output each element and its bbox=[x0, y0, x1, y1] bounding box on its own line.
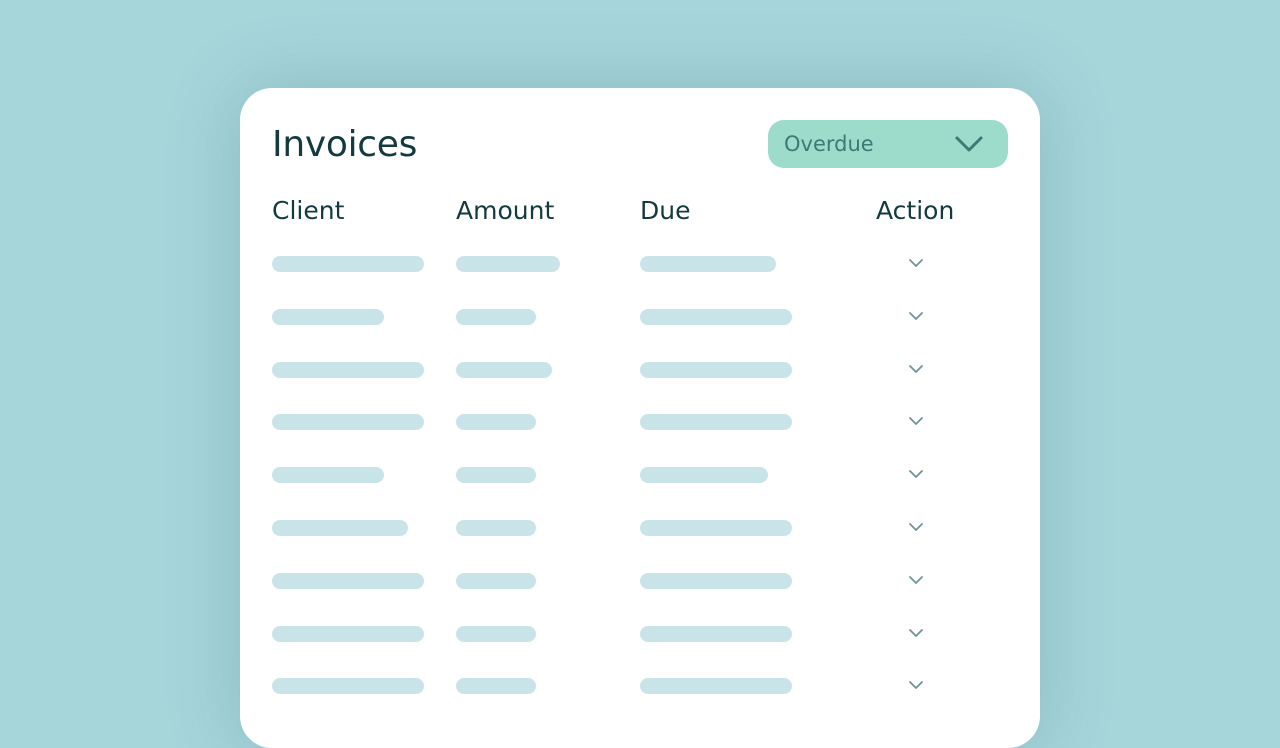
chevron-down-icon bbox=[909, 470, 923, 478]
chevron-down-icon bbox=[909, 629, 923, 637]
table-row bbox=[240, 670, 1040, 702]
due-cell-placeholder bbox=[640, 520, 792, 536]
due-cell-placeholder bbox=[640, 573, 792, 589]
row-action-button[interactable] bbox=[904, 621, 928, 645]
chevron-down-icon bbox=[909, 365, 923, 373]
client-cell-placeholder bbox=[272, 309, 384, 325]
client-cell-placeholder bbox=[272, 573, 424, 589]
due-cell-placeholder bbox=[640, 256, 776, 272]
row-action-button[interactable] bbox=[904, 515, 928, 539]
column-header-action: Action bbox=[876, 196, 955, 225]
client-cell-placeholder bbox=[272, 256, 424, 272]
client-cell-placeholder bbox=[272, 626, 424, 642]
amount-cell-placeholder bbox=[456, 309, 536, 325]
column-header-amount: Amount bbox=[456, 196, 555, 225]
table-row bbox=[240, 354, 1040, 386]
row-action-button[interactable] bbox=[904, 462, 928, 486]
amount-cell-placeholder bbox=[456, 467, 536, 483]
due-cell-placeholder bbox=[640, 678, 792, 694]
chevron-down-icon bbox=[955, 136, 983, 152]
invoices-card: Invoices Overdue Client Amount Due Actio… bbox=[240, 88, 1040, 748]
chevron-down-icon bbox=[909, 681, 923, 689]
chevron-down-icon bbox=[909, 523, 923, 531]
chevron-down-icon bbox=[909, 312, 923, 320]
client-cell-placeholder bbox=[272, 520, 408, 536]
client-cell-placeholder bbox=[272, 362, 424, 378]
table-row bbox=[240, 459, 1040, 491]
table-row bbox=[240, 406, 1040, 438]
status-filter-value: Overdue bbox=[784, 132, 874, 156]
column-header-due: Due bbox=[640, 196, 691, 225]
amount-cell-placeholder bbox=[456, 414, 536, 430]
due-cell-placeholder bbox=[640, 626, 792, 642]
table-row bbox=[240, 618, 1040, 650]
table-header: Client Amount Due Action bbox=[240, 191, 1040, 231]
chevron-down-icon bbox=[909, 259, 923, 267]
chevron-down-icon bbox=[909, 417, 923, 425]
client-cell-placeholder bbox=[272, 414, 424, 430]
row-action-button[interactable] bbox=[904, 304, 928, 328]
row-action-button[interactable] bbox=[904, 357, 928, 381]
amount-cell-placeholder bbox=[456, 520, 536, 536]
chevron-down-icon bbox=[909, 576, 923, 584]
table-row bbox=[240, 512, 1040, 544]
row-action-button[interactable] bbox=[904, 568, 928, 592]
row-action-button[interactable] bbox=[904, 673, 928, 697]
table-row bbox=[240, 565, 1040, 597]
amount-cell-placeholder bbox=[456, 678, 536, 694]
amount-cell-placeholder bbox=[456, 626, 536, 642]
amount-cell-placeholder bbox=[456, 362, 552, 378]
due-cell-placeholder bbox=[640, 414, 792, 430]
table-row bbox=[240, 248, 1040, 280]
due-cell-placeholder bbox=[640, 309, 792, 325]
status-filter-dropdown[interactable]: Overdue bbox=[768, 120, 1008, 168]
client-cell-placeholder bbox=[272, 678, 424, 694]
column-header-client: Client bbox=[272, 196, 345, 225]
due-cell-placeholder bbox=[640, 467, 768, 483]
due-cell-placeholder bbox=[640, 362, 792, 378]
amount-cell-placeholder bbox=[456, 573, 536, 589]
row-action-button[interactable] bbox=[904, 251, 928, 275]
table-row bbox=[240, 301, 1040, 333]
row-action-button[interactable] bbox=[904, 409, 928, 433]
client-cell-placeholder bbox=[272, 467, 384, 483]
page-title: Invoices bbox=[272, 124, 418, 165]
amount-cell-placeholder bbox=[456, 256, 560, 272]
